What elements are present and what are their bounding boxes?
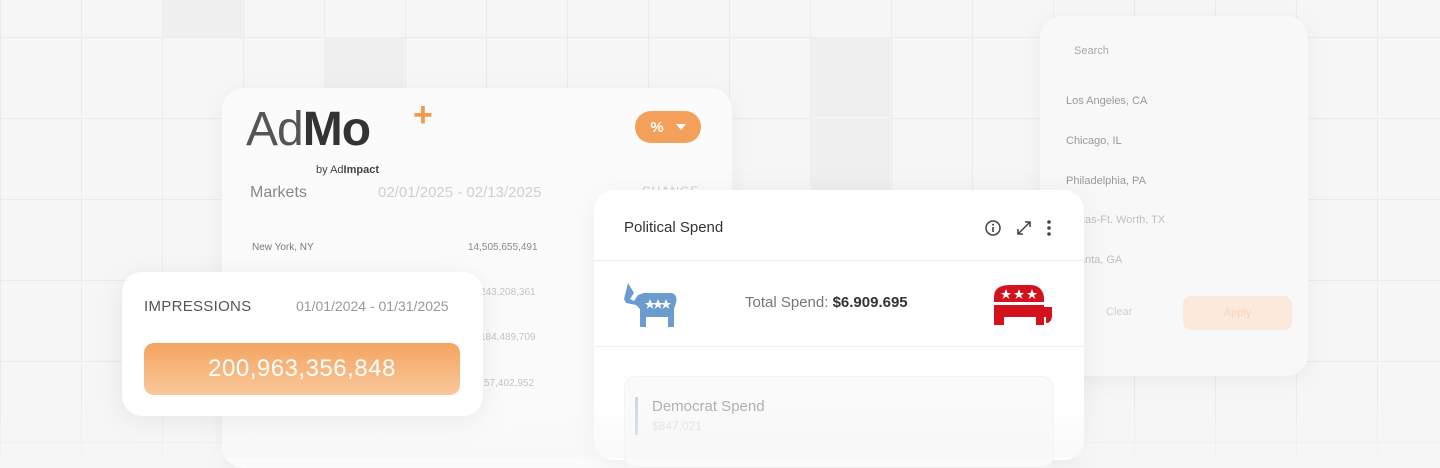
impressions-date-range: 01/01/2024 - 01/31/2025 [296,298,449,314]
search-input[interactable]: Search [1074,45,1109,57]
impressions-card: IMPRESSIONS 01/01/2024 - 01/31/2025 200,… [122,272,483,416]
location-option[interactable]: Los Angeles, CA [1066,95,1147,107]
more-vertical-icon[interactable] [1046,219,1052,237]
card-actions [984,219,1052,237]
republican-elephant-icon [994,285,1052,325]
total-spend-value: $6.909.695 [832,294,908,311]
expand-icon[interactable] [1016,220,1032,236]
admo-logo: AdMo + by AdImpact [246,96,433,176]
plus-icon: + [413,96,433,134]
apply-button[interactable]: Apply [1183,296,1292,330]
market-name: New York, NY [252,242,314,253]
unit-dropdown[interactable]: % [635,111,701,143]
unit-label: % [650,118,664,136]
market-value: 57,402,952 [484,378,535,389]
card-title: Political Spend [624,219,724,236]
political-spend-card: Political Spend Total Spend: $6.909.695 … [594,190,1084,468]
democrat-color-bar [635,397,638,435]
impressions-value: 200,963,356,848 [144,343,460,395]
democrat-spend-label: Democrat Spend [652,398,765,415]
democrat-donkey-icon [624,283,677,327]
impressions-title: IMPRESSIONS [144,298,252,315]
divider [594,260,1084,261]
clear-button[interactable]: Clear [1106,306,1132,318]
market-value: 243,208,361 [480,287,536,298]
chevron-down-icon [675,124,686,130]
location-option[interactable]: Philadelphia, PA [1066,175,1146,187]
info-icon[interactable] [984,219,1002,237]
location-option[interactable]: Chicago, IL [1066,135,1122,147]
markets-date-range[interactable]: 02/01/2025 - 02/13/2025 [378,184,541,201]
total-spend: Total Spend: $6.909.695 [745,294,908,311]
market-value: 184,489,709 [480,332,536,343]
market-value: 14,505,655,491 [468,242,538,253]
logo-tagline: by AdImpact [316,164,379,176]
divider [594,346,1084,347]
markets-title: Markets [250,184,307,201]
democrat-spend-card: Democrat Spend $847,021 [624,376,1054,468]
democrat-spend-value: $847,021 [652,419,703,433]
